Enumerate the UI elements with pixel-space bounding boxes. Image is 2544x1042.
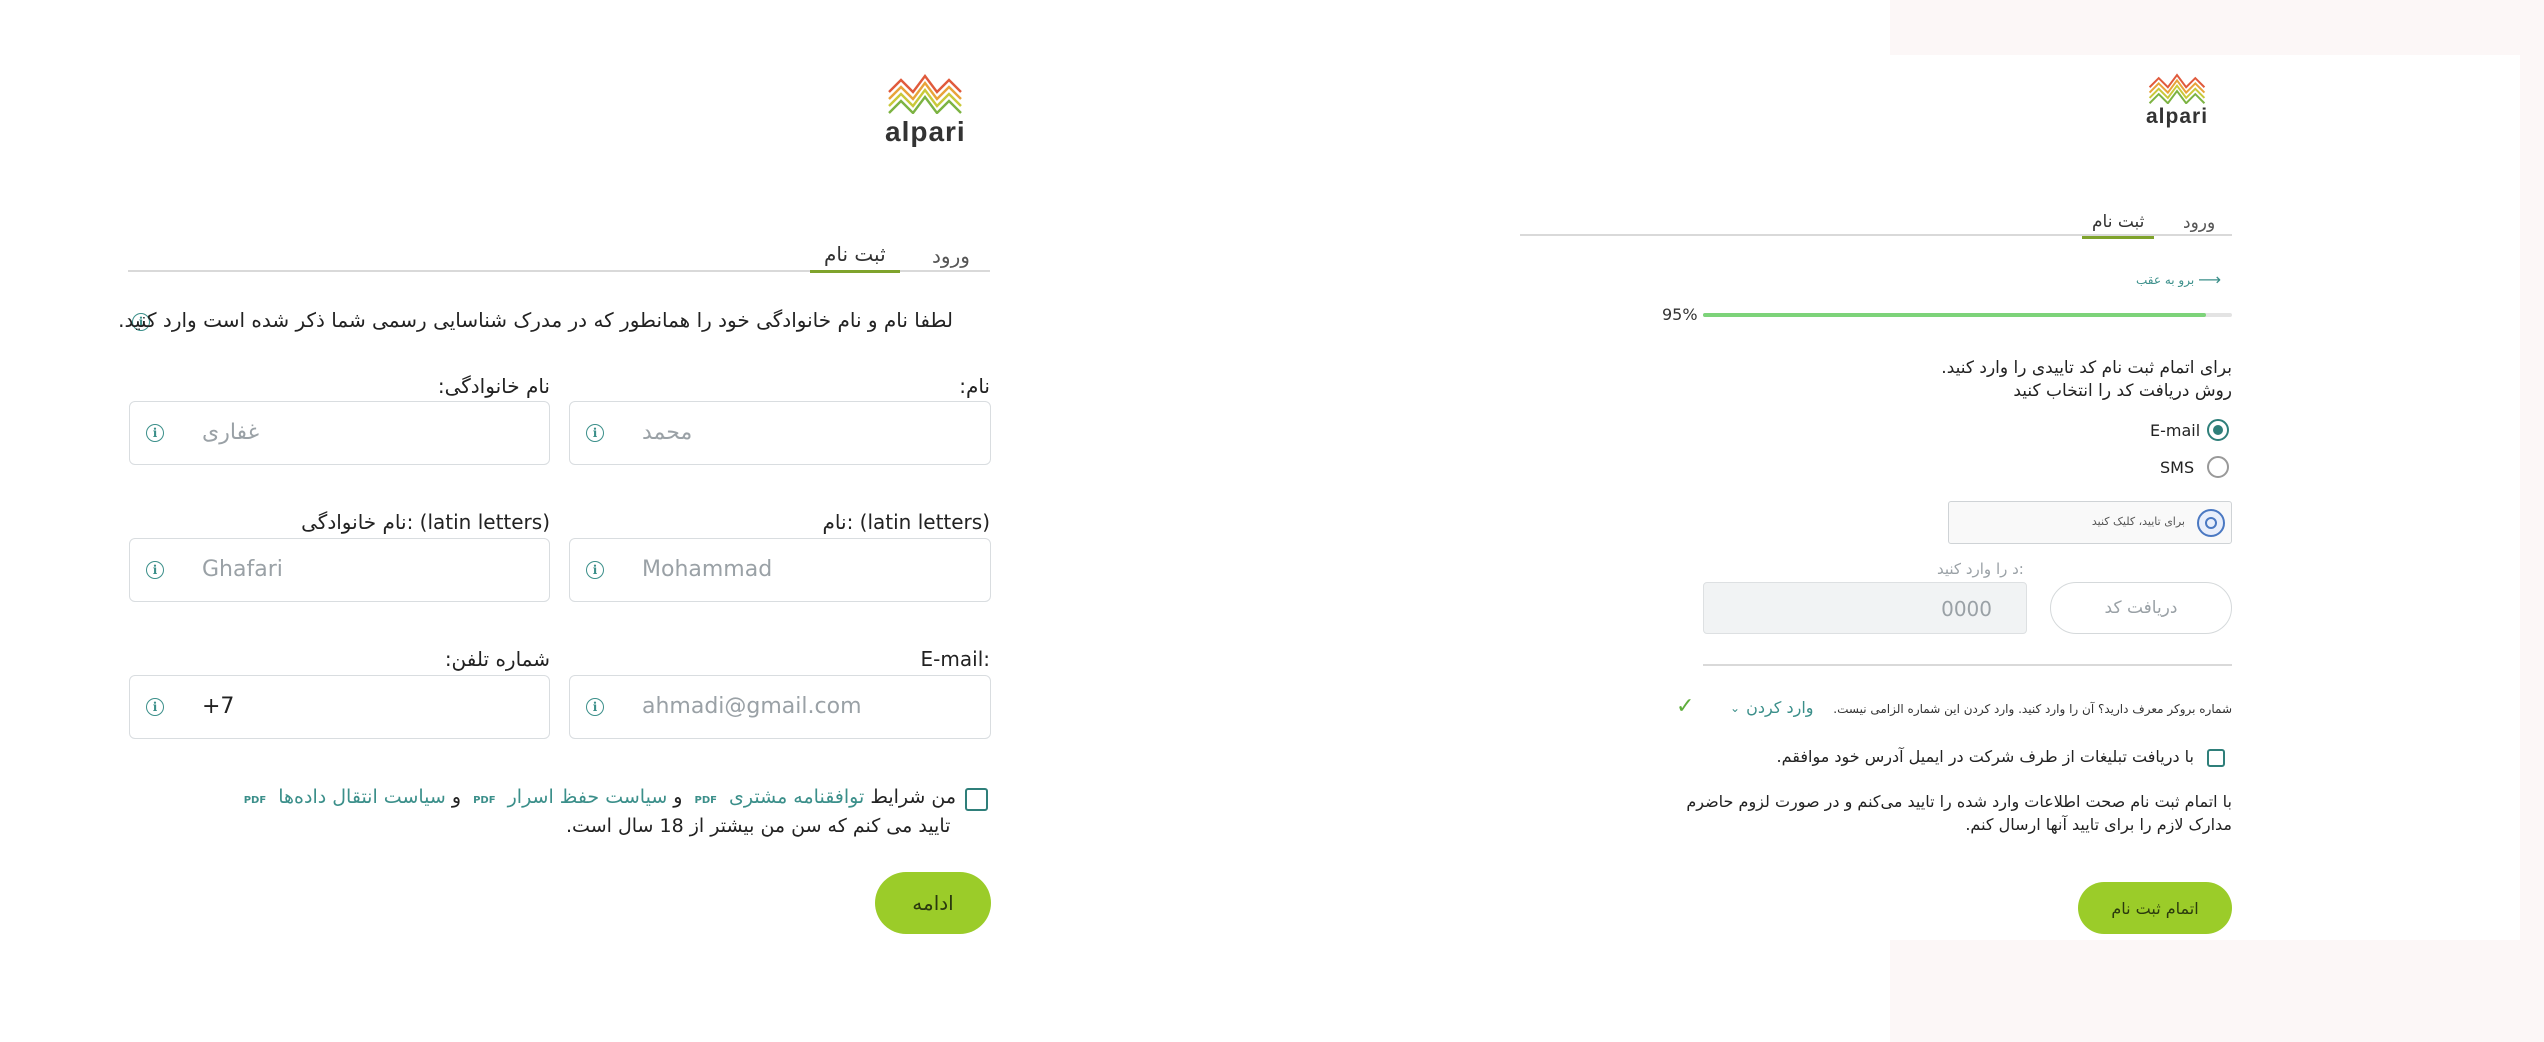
back-link[interactable]: برو به عقب ⟶ xyxy=(2136,270,2221,289)
pdf-icon[interactable]: PDF xyxy=(473,795,495,806)
last-name-latin-label: نام خانوادگی: (latin letters) xyxy=(301,510,550,534)
info-icon: i xyxy=(146,561,164,579)
info-icon: i xyxy=(586,424,604,442)
first-name-placeholder: محمد xyxy=(642,420,693,445)
sms-option-label: SMS xyxy=(2160,458,2195,477)
first-name-latin-field[interactable]: i Mohammad xyxy=(569,538,991,602)
email-field[interactable]: i ahmadi@gmail.com xyxy=(569,675,991,739)
progress-fill xyxy=(1703,313,2206,317)
ads-consent-checkbox[interactable] xyxy=(2207,749,2225,767)
name-instruction: لطفا نام و نام خانوادگی خود را همانطور ک… xyxy=(118,308,953,332)
arrow-right-icon: ⟶ xyxy=(2198,270,2222,289)
first-name-label: نام: xyxy=(959,374,990,398)
captcha-text: برای تایید، کلیک کنید xyxy=(2091,515,2185,528)
phone-label: شماره تلفن: xyxy=(444,647,550,671)
email-option-label: E-mail xyxy=(2150,421,2201,440)
code-input[interactable]: 0000 xyxy=(1703,582,2027,634)
pdf-icon[interactable]: PDF xyxy=(695,795,717,806)
logo-text: alpari xyxy=(2146,105,2209,128)
chevron-down-icon: ⌄ xyxy=(1730,700,1741,715)
back-link-label: برو به عقب xyxy=(2136,272,2195,287)
confirm-line1: با اتمام ثبت نام صحت اطلاعات وارد شده را… xyxy=(1686,792,2232,811)
customer-agreement-link[interactable]: توافقنامه مشتری xyxy=(729,786,864,808)
tab-register[interactable]: ثبت نام xyxy=(2082,212,2155,239)
tab-login[interactable]: ورود xyxy=(2183,213,2215,233)
progress-label: 95% xyxy=(1662,305,1698,324)
alpari-logo: alpari xyxy=(885,72,966,148)
ads-consent-label: با دریافت تبلیغات از طرف شرکت در ایمیل آ… xyxy=(1776,747,2194,766)
data-transfer-policy-link[interactable]: سیاست انتقال داده‌ها xyxy=(278,786,446,808)
logo-waves-icon xyxy=(2148,73,2206,104)
get-code-button[interactable]: دریافت کد xyxy=(2050,582,2232,634)
tab-login[interactable]: ورود xyxy=(932,244,970,268)
phone-field[interactable]: i +7 xyxy=(129,675,550,739)
first-name-field[interactable]: i محمد xyxy=(569,401,991,465)
code-instruction-line1: برای اتمام ثبت نام کد تاییدی را وارد کنی… xyxy=(1941,358,2232,378)
logo-text: alpari xyxy=(885,116,966,147)
captcha-box[interactable]: برای تایید، کلیک کنید xyxy=(1948,501,2232,544)
email-placeholder: ahmadi@gmail.com xyxy=(642,694,862,719)
agreement-checkbox[interactable] xyxy=(965,788,988,811)
agreement-line1: من شرایط توافقنامه مشتری PDF و سیاست حفظ… xyxy=(244,786,956,808)
info-icon: i xyxy=(586,561,604,579)
first-name-latin-label: نام: (latin letters) xyxy=(822,510,990,534)
sms-radio[interactable] xyxy=(2207,456,2229,478)
last-name-field[interactable]: i غفاری xyxy=(129,401,550,465)
referral-text: شماره بروکر معرف دارید؟ آن را وارد کنید.… xyxy=(1833,702,2232,716)
agreement-and-2: و xyxy=(451,786,462,808)
phone-value: +7 xyxy=(202,694,235,719)
referral-link[interactable]: ⌄ وارد کردن xyxy=(1730,698,1814,717)
first-name-latin-placeholder: Mohammad xyxy=(642,557,773,582)
info-icon: i xyxy=(146,424,164,442)
captcha-icon[interactable] xyxy=(2197,509,2225,537)
info-icon: i xyxy=(146,698,164,716)
code-instruction-line2: روش دریافت کد را انتخاب کنید xyxy=(2013,381,2232,401)
check-icon: ✓ xyxy=(1676,694,1695,719)
agreement-prefix: من شرایط xyxy=(870,786,956,808)
last-name-placeholder: غفاری xyxy=(202,420,260,445)
last-name-latin-field[interactable]: i Ghafari xyxy=(129,538,550,602)
tab-register[interactable]: ثبت نام xyxy=(810,242,900,273)
code-placeholder: 0000 xyxy=(1941,597,1992,621)
privacy-policy-link[interactable]: سیاست حفظ اسرار xyxy=(508,786,668,808)
continue-button[interactable]: ادامه xyxy=(875,872,991,934)
email-radio[interactable] xyxy=(2207,419,2229,441)
pdf-icon[interactable]: PDF xyxy=(244,795,266,806)
email-label: E-mail: xyxy=(920,647,990,671)
last-name-latin-placeholder: Ghafari xyxy=(202,557,283,582)
info-icon: i xyxy=(586,698,604,716)
confirm-line2: مدارک لازم را برای تایید آنها ارسال کنم. xyxy=(1965,815,2232,834)
agreement-line2: .تایید می کنم که سن من بیشتر از 18 سال ا… xyxy=(566,815,951,837)
referral-link-label: وارد کردن xyxy=(1746,698,1814,717)
agreement-and-1: و xyxy=(673,786,683,808)
divider xyxy=(1703,664,2232,666)
finish-registration-button[interactable]: اتمام ثبت نام xyxy=(2078,882,2232,934)
progress-bar xyxy=(1703,313,2232,317)
logo-waves-icon xyxy=(888,74,963,114)
code-label: د را وارد کنید: xyxy=(1937,560,2024,578)
alpari-logo-small: alpari xyxy=(2146,72,2208,129)
last-name-label: نام خانوادگی: xyxy=(437,374,550,398)
